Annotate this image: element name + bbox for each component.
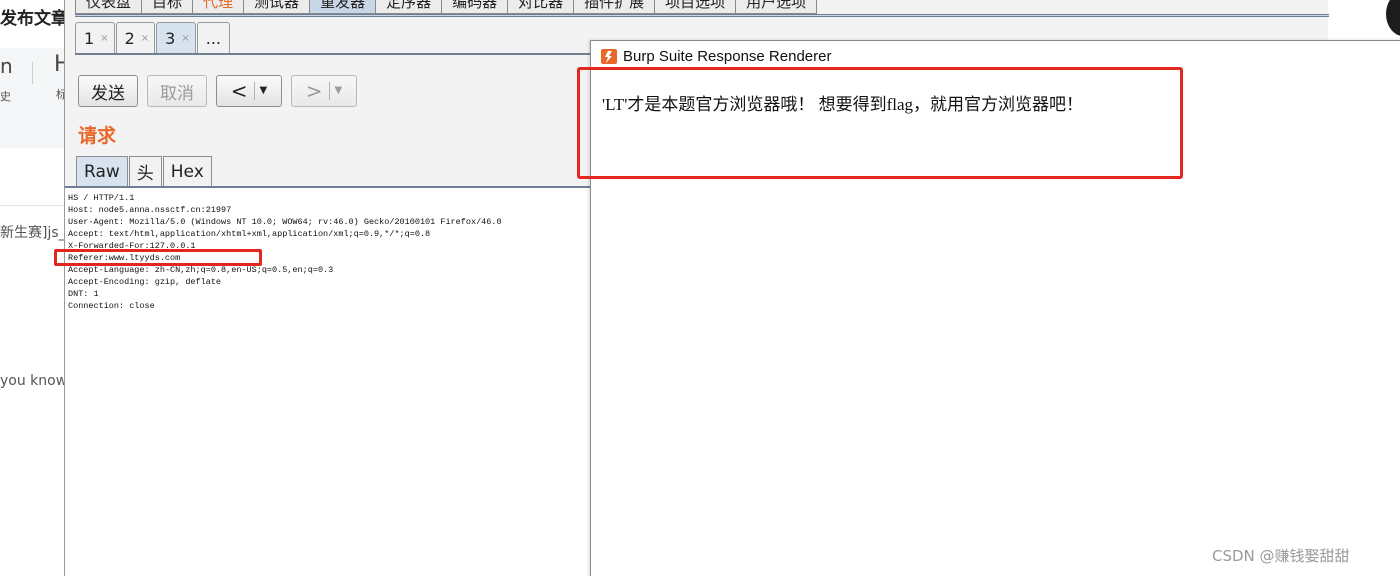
dropdown-arrow-icon[interactable]: ▼ (253, 82, 267, 100)
request-line[interactable]: HS / HTTP/1.1 (68, 192, 134, 204)
chevron-left-icon: < (230, 79, 248, 103)
back-button[interactable]: < ▼ (216, 75, 282, 107)
main-tab[interactable]: 定序器 (376, 0, 443, 14)
cancel-label: 取消 (160, 83, 194, 104)
main-tab[interactable]: 代理 (193, 0, 245, 14)
tab-bar-underline (75, 14, 1329, 17)
dropdown-arrow-icon[interactable]: ▼ (328, 82, 342, 100)
tab-headers[interactable]: 头 (128, 156, 162, 186)
request-line[interactable]: Connection: close (68, 300, 155, 312)
main-tab[interactable]: 测试器 (244, 0, 311, 14)
close-icon[interactable]: × (181, 33, 189, 44)
request-line[interactable]: DNT: 1 (68, 288, 99, 300)
toolbar-separator (32, 62, 33, 84)
tab-raw[interactable]: Raw (76, 156, 128, 186)
request-line[interactable]: Host: node5.anna.nssctf.cn:21997 (68, 204, 231, 216)
request-editor[interactable]: HS / HTTP/1.1 Host: node5.anna.nssctf.cn:… (65, 188, 591, 576)
main-tab[interactable]: 编码器 (442, 0, 509, 14)
subtab-number: 1 (84, 28, 95, 48)
request-line[interactable]: Accept: text/html,application/xhtml+xml,… (68, 228, 430, 240)
main-tab[interactable]: 插件扩展 (574, 0, 656, 14)
close-icon[interactable]: × (141, 33, 149, 44)
subtab-new[interactable]: ... (196, 22, 230, 53)
toolbar-item[interactable]: n (0, 54, 13, 78)
article-text: you know (0, 373, 68, 389)
main-tab[interactable]: 用户选项 (736, 0, 818, 14)
send-label: 发送 (91, 83, 125, 104)
request-line[interactable]: Accept-Encoding: gzip, deflate (68, 276, 221, 288)
request-line[interactable]: User-Agent: Mozilla/5.0 (Windows NT 10.0… (68, 216, 502, 228)
main-tab[interactable]: 项目选项 (655, 0, 737, 14)
subtab-2[interactable]: 2 × (115, 22, 156, 53)
chevron-right-icon: > (305, 79, 323, 103)
article-text: 新生赛]js_ (0, 225, 66, 241)
referer-highlight-box (54, 249, 262, 266)
close-icon[interactable]: × (100, 33, 108, 44)
request-section-title: 请求 (78, 125, 117, 147)
tab-hex[interactable]: Hex (162, 156, 212, 186)
main-tab[interactable]: 仪表盘 (75, 0, 143, 14)
page-title: 发布文章 (0, 9, 68, 29)
main-tab[interactable]: 对比器 (508, 0, 575, 14)
watermark: CSDN @赚钱娶甜甜 (1212, 547, 1350, 565)
more-label: ... (205, 28, 221, 48)
subtab-number: 2 (124, 28, 135, 48)
forward-button[interactable]: > ▼ (291, 75, 357, 107)
avatar[interactable] (1386, 0, 1400, 36)
main-tab[interactable]: 目标 (142, 0, 194, 14)
divider (0, 205, 66, 206)
toolbar-label: 史 (0, 90, 11, 103)
subtab-number: 3 (165, 28, 176, 48)
subtab-3[interactable]: 3 × (156, 22, 196, 53)
repeater-subtab-bar: 1 × 2 × 3 × ... (75, 22, 231, 53)
subtab-1[interactable]: 1 × (75, 22, 115, 53)
send-button[interactable]: 发送 (78, 75, 138, 107)
cancel-button[interactable]: 取消 (147, 75, 207, 107)
renderer-title: Burp Suite Response Renderer (623, 47, 832, 65)
main-tab-bar: 仪表盘 目标 代理 测试器 重发器 定序器 编码器 对比器 插件扩展 项目选项 用户选项 (75, 0, 818, 14)
burp-logo-icon (600, 47, 618, 65)
request-view-tabs: Raw 头 Hex (76, 156, 213, 186)
main-tab[interactable]: 重发器 (310, 0, 377, 14)
response-highlight-box (577, 67, 1183, 179)
